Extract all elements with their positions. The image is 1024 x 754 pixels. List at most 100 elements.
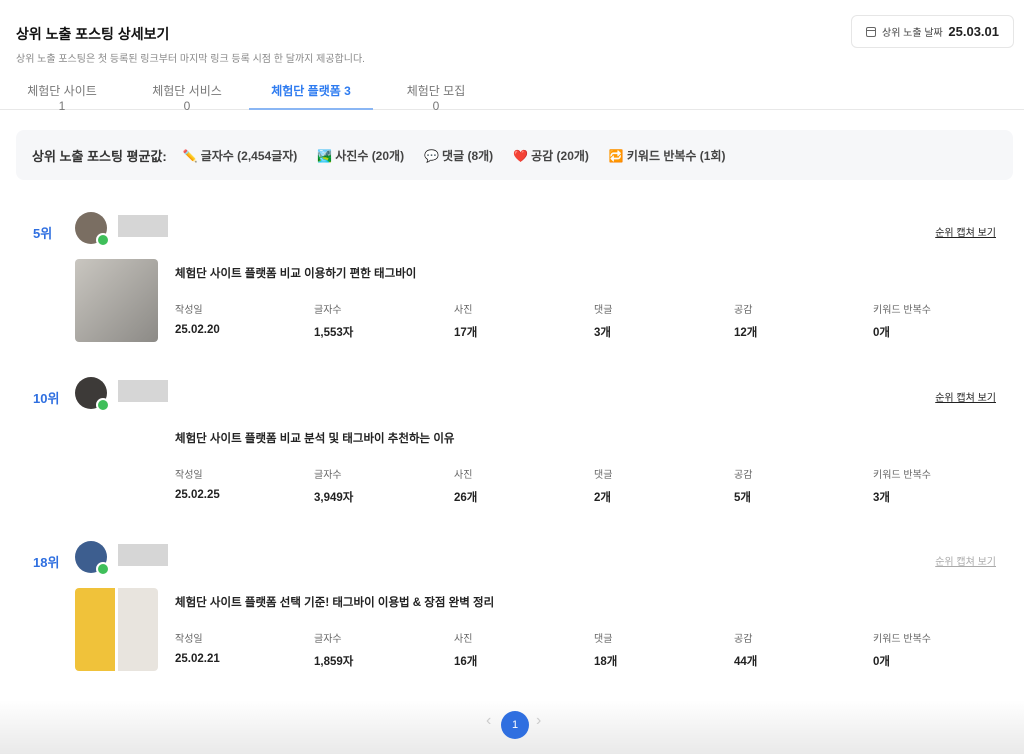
post-stat: 글자수3,949자 xyxy=(314,466,353,505)
stat-label: 글자수 xyxy=(314,466,353,481)
rank-label: 10위 xyxy=(33,388,59,407)
stat-label: 글자수 xyxy=(314,630,353,645)
summary-keyword: 🔁키워드 반복수 (1회) xyxy=(609,147,726,164)
page-subtitle: 상위 노출 포스팅은 첫 등록된 링크부터 마지막 링크 등록 시점 한 달까지… xyxy=(16,50,365,65)
post-stat: 작성일 25.02.20 xyxy=(175,301,220,336)
post-stat: 댓글 2개 xyxy=(594,466,612,505)
stat-label: 댓글 xyxy=(594,301,612,316)
post-stat: 공감 5개 xyxy=(734,466,752,505)
post-stat: 사진 16개 xyxy=(454,630,477,669)
blog-badge-icon xyxy=(96,398,110,412)
post-thumbnail[interactable] xyxy=(75,259,158,342)
stat-label: 사진 xyxy=(454,466,477,481)
stat-label: 사진 xyxy=(454,301,477,316)
stat-label: 키워드 반복수 xyxy=(873,630,931,645)
post-stat: 작성일 25.02.21 xyxy=(175,630,220,665)
speech-bubble-icon: 💬 xyxy=(424,149,439,163)
date-value: 25.03.01 xyxy=(948,24,999,39)
post-stat: 댓글 18개 xyxy=(594,630,617,669)
avatar xyxy=(75,212,107,244)
summary-chars: ✏️글자수 (2,454글자) xyxy=(183,147,298,164)
post-stat: 글자수 1,859자 xyxy=(314,630,353,669)
stat-label: 사진 xyxy=(454,630,477,645)
heart-icon: ❤️ xyxy=(513,149,528,163)
blogger-name-redacted xyxy=(118,380,168,402)
post-stat: 사진 17개 xyxy=(454,301,477,340)
tab-bar: 체험단 사이트 1 체험단 서비스 0 체험단 플랫폼 3 체험단 모집 0 xyxy=(0,76,1024,110)
page-button-current[interactable]: 1 xyxy=(501,711,529,739)
post-title[interactable]: 체험단 사이트 플랫폼 비교 분석 및 태그바이 추천하는 이유 xyxy=(175,430,454,446)
stat-value: 1,859자 xyxy=(314,653,353,669)
blog-badge-icon xyxy=(96,562,110,576)
avatar xyxy=(75,541,107,573)
stat-label: 작성일 xyxy=(175,630,220,645)
post-stat: 키워드 반복수 0개 xyxy=(873,630,931,669)
summary-photos: 🏞️사진수 (20개) xyxy=(317,147,404,164)
post-title[interactable]: 체험단 사이트 플랫폼 비교 이용하기 편한 태그바이 xyxy=(175,265,416,281)
stat-value: 2개 xyxy=(594,489,612,505)
chevron-left-icon[interactable]: ‹ xyxy=(486,712,491,730)
stat-value: 25.02.21 xyxy=(175,653,220,665)
post-title[interactable]: 체험단 사이트 플랫폼 선택 기준! 태그바이 이용법 & 장점 완벽 정리 xyxy=(175,594,494,610)
stat-label: 작성일 xyxy=(175,301,220,316)
stat-label: 글자수 xyxy=(314,301,353,316)
rank-label: 18위 xyxy=(33,552,59,571)
stat-value: 44개 xyxy=(734,653,757,669)
stat-value: 3개 xyxy=(594,324,612,340)
post-stat: 댓글 3개 xyxy=(594,301,612,340)
post-stat: 공감 12개 xyxy=(734,301,757,340)
average-summary: 상위 노출 포스팅 평균값: ✏️글자수 (2,454글자) 🏞️사진수 (20… xyxy=(16,130,1013,180)
stat-label: 키워드 반복수 xyxy=(873,466,931,481)
summary-likes: ❤️공감 (20개) xyxy=(513,147,589,164)
tab-platform[interactable]: 체험단 플랫폼 3 xyxy=(249,82,373,110)
stat-value: 25.02.25 xyxy=(175,489,220,501)
rank-capture-link[interactable]: 순위 캡쳐 보기 xyxy=(935,389,996,404)
tab-site[interactable]: 체험단 사이트 1 xyxy=(26,82,98,110)
post-stat: 키워드 반복수 3개 xyxy=(873,466,931,505)
tab-service[interactable]: 체험단 서비스 0 xyxy=(150,82,224,110)
avatar xyxy=(75,377,107,409)
blogger-name-redacted xyxy=(118,215,168,237)
stat-value: 25.02.20 xyxy=(175,324,220,336)
stat-value: 17개 xyxy=(454,324,477,340)
tab-recruit[interactable]: 체험단 모집 0 xyxy=(404,82,468,110)
photo-icon: 🏞️ xyxy=(317,149,332,163)
stat-label: 댓글 xyxy=(594,466,612,481)
post-stat: 글자수1,553자 xyxy=(314,301,353,340)
stat-value: 12개 xyxy=(734,324,757,340)
post-thumbnail[interactable] xyxy=(75,424,158,507)
rank-label: 5위 xyxy=(33,223,52,242)
page-title: 상위 노출 포스팅 상세보기 xyxy=(16,24,169,44)
pagination: ‹ 1 › xyxy=(0,700,1024,754)
pencil-icon: ✏️ xyxy=(183,149,198,163)
stat-value: 5개 xyxy=(734,489,752,505)
summary-comments: 💬댓글 (8개) xyxy=(424,147,493,164)
posting-entry: 18위 순위 캡쳐 보기 체험단 사이트 플랫폼 선택 기준! 태그바이 이용법… xyxy=(0,548,1024,698)
calendar-icon xyxy=(866,27,876,37)
exposure-date-box: 상위 노출 날짜 25.03.01 xyxy=(851,15,1014,48)
stat-value: 16개 xyxy=(454,653,477,669)
stat-value: 0개 xyxy=(873,324,931,340)
stat-label: 키워드 반복수 xyxy=(873,301,931,316)
stat-label: 공감 xyxy=(734,301,757,316)
repeat-icon: 🔁 xyxy=(609,149,624,163)
chevron-right-icon[interactable]: › xyxy=(536,712,541,730)
post-stat: 키워드 반복수 0개 xyxy=(873,301,931,340)
rank-capture-link[interactable]: 순위 캡쳐 보기 xyxy=(935,553,996,568)
post-stat: 사진26개 xyxy=(454,466,477,505)
posting-entry: 5위 순위 캡쳐 보기 체험단 사이트 플랫폼 비교 이용하기 편한 태그바이작… xyxy=(0,219,1024,369)
date-label: 상위 노출 날짜 xyxy=(882,24,943,39)
stat-value: 3개 xyxy=(873,489,931,505)
blog-badge-icon xyxy=(96,233,110,247)
post-stat: 작성일25.02.25 xyxy=(175,466,220,501)
stat-label: 공감 xyxy=(734,466,752,481)
post-stat: 공감 44개 xyxy=(734,630,757,669)
stat-label: 공감 xyxy=(734,630,757,645)
stat-value: 0개 xyxy=(873,653,931,669)
blogger-name-redacted xyxy=(118,544,168,566)
stat-label: 댓글 xyxy=(594,630,617,645)
stat-value: 18개 xyxy=(594,653,617,669)
rank-capture-link[interactable]: 순위 캡쳐 보기 xyxy=(935,224,996,239)
summary-label: 상위 노출 포스팅 평균값: xyxy=(32,146,167,165)
post-thumbnail[interactable] xyxy=(75,588,158,671)
